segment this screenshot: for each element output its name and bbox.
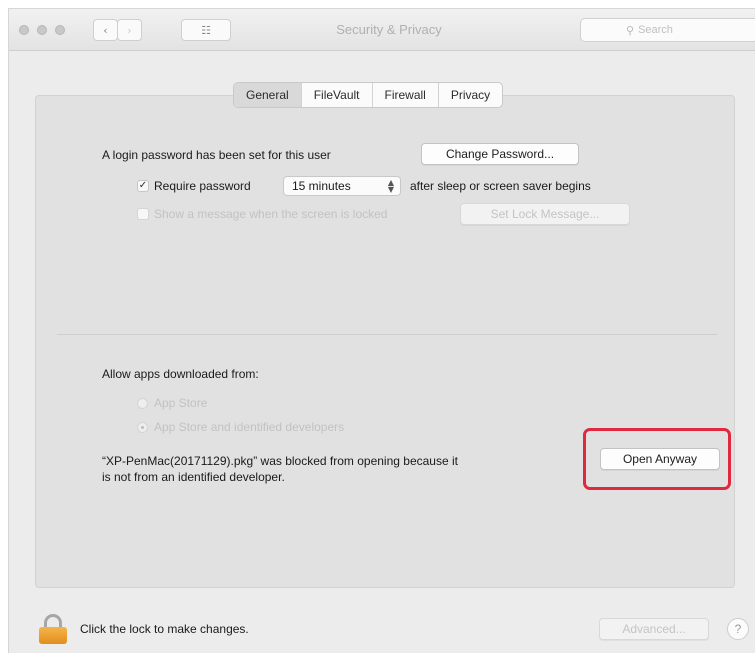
lock-text: Click the lock to make changes. (80, 622, 249, 636)
show-message-label: Show a message when the screen is locked (154, 207, 388, 221)
require-password-label: Require password (154, 179, 251, 193)
search-icon: ⚲ (626, 23, 635, 37)
security-privacy-window: ‹ › ☷ Security & Privacy ⚲ Search Genera… (8, 8, 755, 653)
blocked-message-line1: “XP-PenMac(20171129).pkg” was blocked fr… (102, 454, 458, 468)
radio-app-store-label: App Store (154, 396, 208, 410)
section-divider (57, 334, 717, 335)
show-message-checkbox[interactable] (137, 208, 149, 220)
minimize-window-button[interactable] (37, 25, 47, 35)
show-all-button[interactable]: ☷ (181, 19, 231, 41)
radio-app-store[interactable] (137, 398, 148, 409)
zoom-window-button[interactable] (55, 25, 65, 35)
chevron-left-icon: ‹ (103, 23, 108, 37)
blocked-message-line2: is not from an identified developer. (102, 470, 285, 484)
close-window-button[interactable] (19, 25, 29, 35)
general-panel: A login password has been set for this u… (35, 95, 735, 588)
chevron-right-icon: › (127, 23, 132, 37)
back-button[interactable]: ‹ (93, 19, 118, 41)
tab-general[interactable]: General (234, 83, 302, 107)
tab-bar: General FileVault Firewall Privacy (233, 82, 504, 108)
tab-firewall[interactable]: Firewall (373, 83, 439, 107)
selected-interval: 15 minutes (292, 179, 351, 193)
tab-privacy[interactable]: Privacy (439, 83, 502, 107)
require-password-interval-select[interactable]: 15 minutes ▲ ▼ (283, 176, 401, 196)
search-field[interactable]: ⚲ Search (580, 18, 755, 42)
title-bar: ‹ › ☷ Security & Privacy ⚲ Search (9, 9, 755, 51)
radio-app-store-identified[interactable] (137, 422, 148, 433)
help-button[interactable]: ? (727, 618, 749, 640)
grid-icon: ☷ (201, 23, 211, 37)
require-password-suffix: after sleep or screen saver begins (410, 179, 591, 193)
change-password-button[interactable]: Change Password... (421, 143, 579, 165)
window-title: Security & Privacy (336, 22, 442, 37)
require-password-checkbox[interactable]: ✓ (137, 180, 149, 192)
tab-filevault[interactable]: FileVault (302, 83, 373, 107)
set-lock-message-button[interactable]: Set Lock Message... (460, 203, 630, 225)
up-down-arrows-icon: ▲ ▼ (387, 178, 394, 194)
forward-button[interactable]: › (117, 19, 142, 41)
allow-apps-heading: Allow apps downloaded from: (102, 367, 259, 381)
search-placeholder: Search (638, 24, 673, 36)
radio-app-store-identified-label: App Store and identified developers (154, 420, 345, 434)
lock-icon[interactable] (39, 614, 67, 644)
open-anyway-highlight-box (583, 428, 731, 490)
login-password-text: A login password has been set for this u… (102, 148, 331, 162)
advanced-button[interactable]: Advanced... (599, 618, 709, 640)
